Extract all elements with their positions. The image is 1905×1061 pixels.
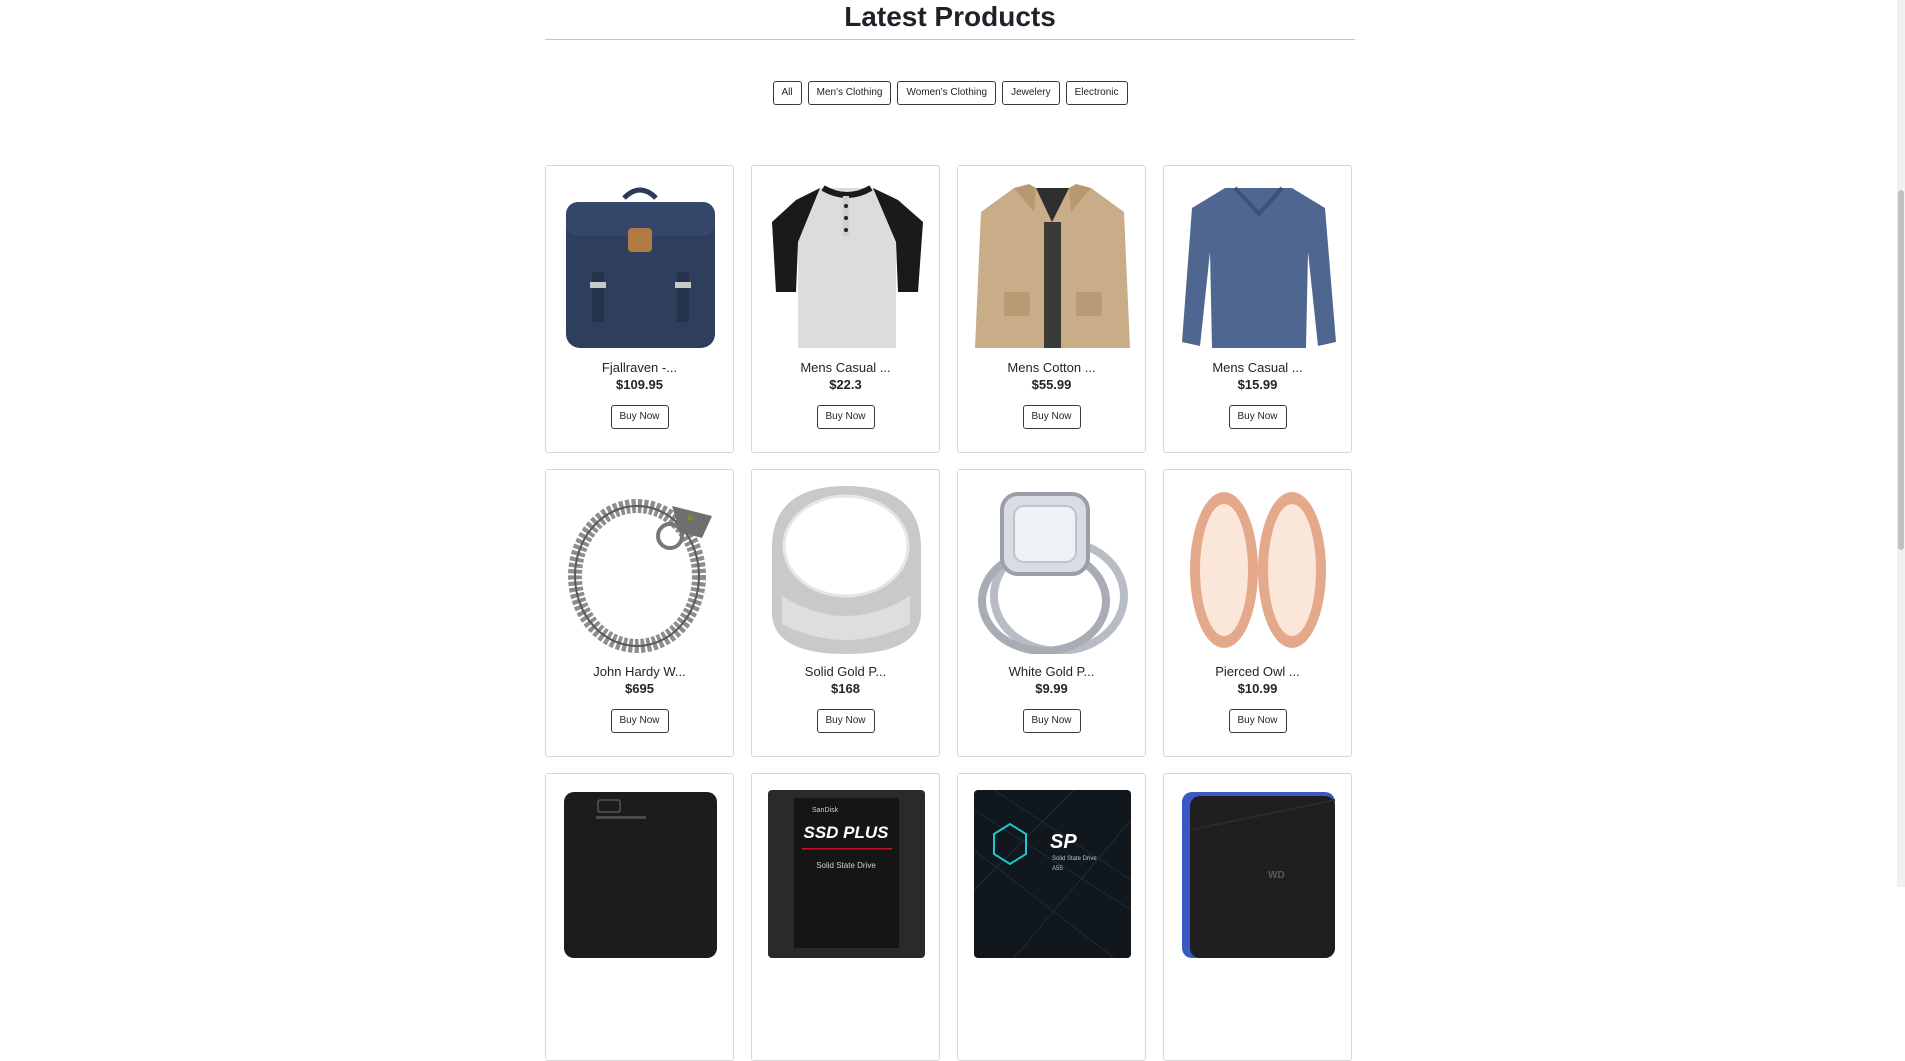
buy-now-button[interactable]: Buy Now: [1228, 709, 1287, 733]
filter-mens-clothing-button[interactable]: Men's Clothing: [807, 81, 892, 105]
product-card[interactable]: Fjallraven -... $109.95 Buy Now: [545, 165, 734, 453]
product-name: Fjallraven -...: [601, 360, 678, 375]
filter-jewelery-button[interactable]: Jewelery: [1002, 81, 1060, 105]
product-image-rose-gold-plugs[interactable]: [1180, 486, 1337, 654]
page-title: Latest Products: [844, 1, 1056, 32]
image-text-type: Solid State Drive: [816, 861, 876, 870]
image-text-type: Solid State Drive: [1052, 856, 1097, 862]
product-image-cotton-jacket[interactable]: [974, 182, 1131, 350]
product-image-wd-gaming-drive[interactable]: WD: [1180, 790, 1337, 958]
buy-now-button[interactable]: Buy Now: [816, 709, 875, 733]
product-price: $15.99: [1237, 377, 1278, 392]
product-card[interactable]: John Hardy W... $695 Buy Now: [545, 469, 734, 757]
filter-electronic-button[interactable]: Electronic: [1065, 81, 1128, 105]
product-price: $22.3: [829, 377, 862, 392]
product-image-sandisk-ssd[interactable]: SanDisk SSD PLUS Solid State Drive: [768, 790, 925, 958]
product-price: $10.99: [1237, 681, 1278, 696]
buy-now-button[interactable]: Buy Now: [1228, 405, 1287, 429]
product-image-silver-ring[interactable]: [768, 486, 925, 654]
product-image-diamond-ring[interactable]: [974, 486, 1131, 654]
product-image-long-sleeve-shirt[interactable]: [1180, 182, 1337, 350]
product-card[interactable]: SanDisk SSD PLUS Solid State Drive: [751, 773, 940, 1061]
filter-womens-clothing-button[interactable]: Women's Clothing: [897, 81, 997, 105]
product-name: Mens Cotton ...: [1007, 360, 1096, 375]
scrollbar-thumb[interactable]: [1898, 190, 1904, 550]
product-image-raglan-tshirt[interactable]: [768, 182, 925, 350]
product-name: John Hardy W...: [593, 664, 686, 679]
product-card[interactable]: White Gold P... $9.99 Buy Now: [957, 469, 1146, 757]
product-card[interactable]: Solid Gold P... $168 Buy Now: [751, 469, 940, 757]
filter-all-button[interactable]: All: [772, 81, 802, 105]
product-card[interactable]: [545, 773, 734, 1061]
product-price: $695: [625, 681, 654, 696]
product-price: $9.99: [1035, 681, 1068, 696]
product-name: White Gold P...: [1008, 664, 1095, 679]
image-text-model: SSD PLUS: [803, 823, 889, 842]
product-card[interactable]: WD: [1163, 773, 1352, 1061]
title-divider: [545, 39, 1355, 40]
category-filters: All Men's Clothing Women's Clothing Jewe…: [545, 81, 1355, 105]
image-text-brand: SanDisk: [812, 807, 839, 814]
product-name: Mens Casual ...: [1212, 360, 1303, 375]
image-text-model: A55: [1052, 866, 1063, 872]
product-image-dragon-bracelet[interactable]: [562, 486, 719, 654]
product-name: Mens Casual ...: [800, 360, 891, 375]
product-image-silicon-power-ssd[interactable]: SP Solid State Drive A55: [974, 790, 1131, 958]
buy-now-button[interactable]: Buy Now: [1022, 405, 1081, 429]
product-card[interactable]: Mens Casual ... $22.3 Buy Now: [751, 165, 940, 453]
product-image-backpack[interactable]: [562, 182, 719, 350]
product-name: Pierced Owl ...: [1215, 664, 1300, 679]
product-name: Solid Gold P...: [804, 664, 887, 679]
product-card[interactable]: SP Solid State Drive A55: [957, 773, 1146, 1061]
buy-now-button[interactable]: Buy Now: [610, 405, 669, 429]
buy-now-button[interactable]: Buy Now: [610, 709, 669, 733]
product-price: $109.95: [616, 377, 663, 392]
product-card[interactable]: Mens Cotton ... $55.99 Buy Now: [957, 165, 1146, 453]
product-price: $55.99: [1031, 377, 1072, 392]
product-card[interactable]: Mens Casual ... $15.99 Buy Now: [1163, 165, 1352, 453]
product-card[interactable]: Pierced Owl ... $10.99 Buy Now: [1163, 469, 1352, 757]
product-image-external-hard-drive[interactable]: [562, 790, 719, 958]
buy-now-button[interactable]: Buy Now: [1022, 709, 1081, 733]
image-text-logo: SP: [1050, 831, 1077, 853]
image-text-logo: WD: [1268, 870, 1285, 881]
product-price: $168: [831, 681, 860, 696]
page-scrollbar[interactable]: [1897, 0, 1905, 887]
main-content: Latest Products All Men's Clothing Women…: [545, 0, 1355, 1061]
buy-now-button[interactable]: Buy Now: [816, 405, 875, 429]
